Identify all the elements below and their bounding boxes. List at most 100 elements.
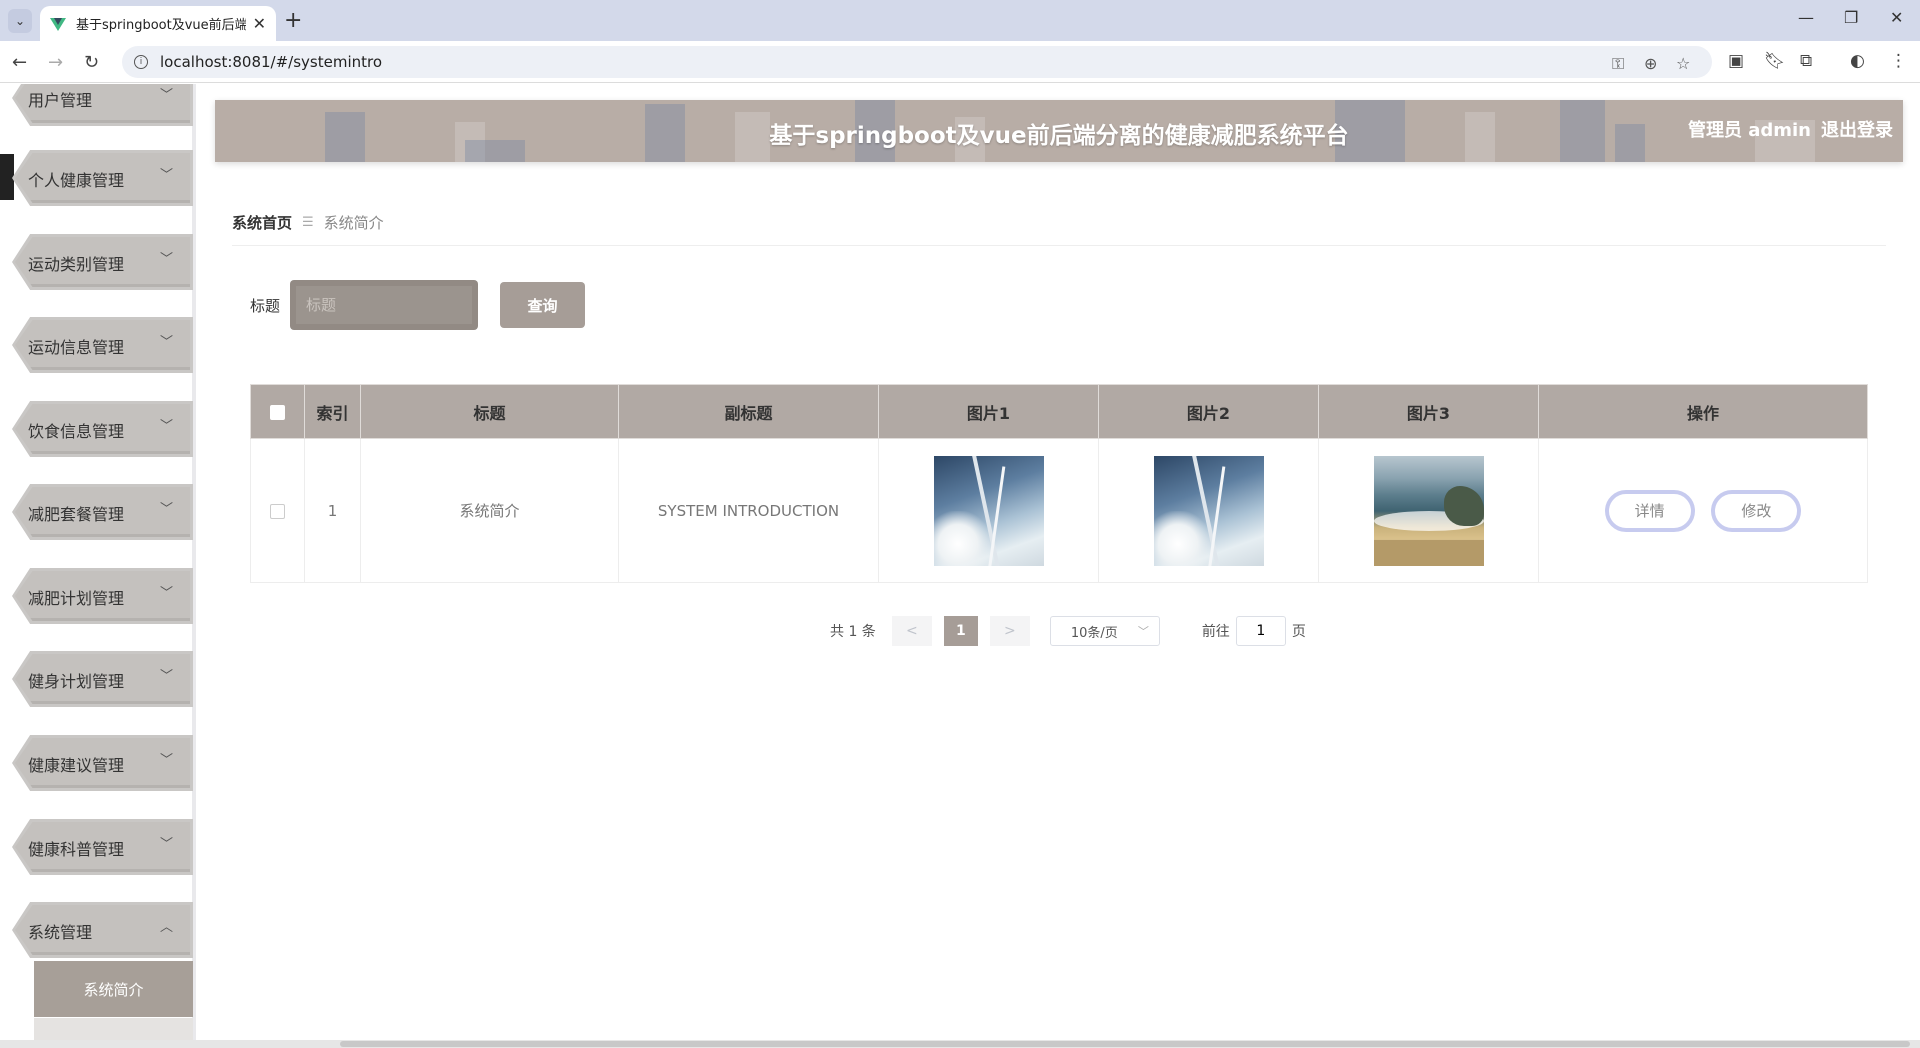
sidebar-item-label: 系统管理 — [28, 923, 93, 942]
reload-icon[interactable]: ↻ — [84, 52, 99, 73]
sidebar-item-diet-info[interactable]: 饮食信息管理 ﹀ — [12, 401, 193, 457]
horizontal-scrollbar[interactable] — [0, 1040, 1920, 1048]
minimize-icon[interactable]: — — [1798, 8, 1814, 27]
sidebar-item-diet-plan[interactable]: 减肥计划管理 ﹀ — [12, 568, 193, 624]
sidebar-item-personal-health[interactable]: 个人健康管理 ﹀ — [12, 150, 193, 206]
next-page-button[interactable]: > — [989, 616, 1030, 646]
app-title: 基于springboot及vue前后端分离的健康减肥系统平台 — [769, 123, 1349, 149]
row-checkbox[interactable] — [270, 503, 285, 519]
sidebar-item-system[interactable]: 系统管理 ︿ — [12, 902, 193, 958]
sidebar-item-diet-package[interactable]: 减肥套餐管理 ﹀ — [12, 484, 193, 540]
column-header: 操作 — [1538, 384, 1868, 439]
address-bar[interactable]: i localhost:8081/#/systemintro ⚿ ⊕ ☆ — [122, 46, 1712, 78]
table-header-row: 索引 标题 副标题 图片1 图片2 图片3 操作 — [250, 384, 1868, 439]
detail-button[interactable]: 详情 — [1604, 489, 1695, 532]
bookmarks-icon[interactable]: 🔖︎ — [1764, 51, 1786, 71]
sidebar-item-health-science[interactable]: 健康科普管理 ﹀ — [12, 819, 193, 875]
select-all-checkbox[interactable] — [270, 405, 285, 420]
wind-turbine-image[interactable] — [933, 455, 1044, 566]
chevron-down-icon: ﹀ — [159, 88, 173, 103]
chevron-down-icon: ﹀ — [159, 586, 173, 601]
chevron-up-icon: ︿ — [159, 920, 173, 935]
sidebar-item-sport-info[interactable]: 运动信息管理 ﹀ — [12, 317, 193, 373]
tab-search-button[interactable]: ⌄ — [8, 9, 32, 33]
chevron-down-icon: ﹀ — [159, 669, 173, 684]
data-table: 索引 标题 副标题 图片1 图片2 图片3 操作 1 系统简介 SYSTEM I… — [250, 384, 1868, 583]
divider — [232, 245, 1886, 246]
sidebar-item-label: 减肥计划管理 — [28, 589, 125, 608]
window-close-icon[interactable]: ✕ — [1890, 8, 1903, 27]
column-header: 图片1 — [878, 384, 1099, 439]
wind-turbine-image[interactable] — [1153, 455, 1264, 566]
column-header: 索引 — [304, 384, 361, 439]
breadcrumb-separator-icon: ☰ — [302, 215, 314, 230]
sidebar-item-label: 运动类别管理 — [28, 255, 125, 274]
column-header: 标题 — [360, 384, 619, 439]
goto-unit: 页 — [1291, 624, 1306, 640]
sidebar-item-label: 减肥套餐管理 — [28, 505, 125, 524]
back-icon[interactable]: ← — [12, 52, 27, 73]
cell-title: 系统简介 — [360, 438, 619, 583]
browser-tab[interactable]: 基于springboot及vue前后端分 ✕ — [40, 6, 276, 41]
sidebar-item-user[interactable]: 用户管理 ﹀ — [12, 84, 193, 126]
cell-image1 — [878, 438, 1099, 583]
pagination-total: 共 1 条 — [830, 624, 876, 640]
search-title-label: 标题 — [250, 296, 281, 315]
sidebar-item-sport-category[interactable]: 运动类别管理 ﹀ — [12, 234, 193, 290]
page-size-select[interactable]: 10条/页 ﹀ — [1049, 616, 1160, 646]
extension-icon[interactable]: ▣ — [1728, 51, 1744, 71]
column-header: 图片3 — [1318, 384, 1539, 439]
search-title-input[interactable] — [296, 286, 473, 324]
chevron-down-icon: ﹀ — [159, 837, 173, 852]
browser-tab-strip: ⌄ 基于springboot及vue前后端分 ✕ + — ❐ ✕ — [0, 0, 1920, 41]
breadcrumb: 系统首页 ☰ 系统简介 — [232, 212, 384, 233]
chevron-down-icon: ﹀ — [1137, 625, 1149, 638]
current-user: 管理员 admin — [1687, 120, 1811, 141]
browser-toolbar: ← → ↻ i localhost:8081/#/systemintro ⚿ ⊕… — [0, 41, 1920, 83]
page-number-button[interactable]: 1 — [943, 616, 978, 646]
cell-actions: 详情 修改 — [1538, 438, 1868, 583]
extensions-puzzle-icon[interactable]: ⧉ — [1800, 51, 1812, 71]
sidebar-item-fitness-plan[interactable]: 健身计划管理 ﹀ — [12, 651, 193, 707]
sidebar-item-label: 运动信息管理 — [28, 338, 125, 357]
breadcrumb-home[interactable]: 系统首页 — [232, 212, 292, 233]
page-size-value: 10条/页 — [1070, 625, 1118, 641]
profile-avatar-icon[interactable]: ◐ — [1850, 51, 1865, 71]
forward-icon[interactable]: → — [48, 52, 63, 73]
logout-link[interactable]: 退出登录 — [1821, 116, 1893, 142]
search-form: 标题 查询 — [250, 280, 586, 330]
cell-subtitle: SYSTEM INTRODUCTION — [618, 438, 879, 583]
sidebar-subitem-system-intro[interactable]: 系统简介 — [34, 961, 193, 1017]
column-header: 图片2 — [1098, 384, 1319, 439]
sidebar-item-label: 饮食信息管理 — [28, 422, 125, 441]
goto-page-input[interactable] — [1235, 616, 1286, 646]
restore-icon[interactable]: ❐ — [1844, 8, 1858, 27]
vue-favicon-icon — [50, 16, 66, 32]
cell-image3 — [1318, 438, 1539, 583]
search-input-wrapper — [290, 280, 479, 330]
cell-index: 1 — [304, 438, 361, 583]
password-key-icon[interactable]: ⚿ — [1612, 54, 1624, 74]
chevron-down-icon: ﹀ — [159, 419, 173, 434]
site-info-icon[interactable]: i — [134, 55, 148, 69]
sidebar-item-label: 健康科普管理 — [28, 840, 125, 859]
sidebar-item-label: 健康建议管理 — [28, 756, 125, 775]
browser-menu-icon[interactable]: ⋮ — [1890, 51, 1907, 71]
new-tab-button[interactable]: + — [284, 8, 302, 33]
sidebar-item-label: 用户管理 — [28, 91, 93, 110]
sidebar-item-health-advice[interactable]: 健康建议管理 ﹀ — [12, 735, 193, 791]
prev-page-button[interactable]: < — [891, 616, 932, 646]
scrollbar-thumb[interactable] — [340, 1041, 1910, 1047]
edit-button[interactable]: 修改 — [1711, 489, 1802, 532]
chevron-down-icon: ﹀ — [159, 168, 173, 183]
goto-page: 前往 页 — [1202, 616, 1306, 646]
bookmark-star-icon[interactable]: ☆ — [1676, 54, 1690, 73]
search-button[interactable]: 查询 — [500, 282, 586, 328]
top-banner: 基于springboot及vue前后端分离的健康减肥系统平台 管理员 admin… — [215, 100, 1903, 162]
sidebar-item-label: 个人健康管理 — [28, 171, 125, 190]
url-text: localhost:8081/#/systemintro — [160, 53, 383, 71]
zoom-icon[interactable]: ⊕ — [1644, 54, 1657, 73]
close-tab-icon[interactable]: ✕ — [253, 14, 266, 33]
coastline-image[interactable] — [1373, 455, 1484, 566]
chevron-down-icon: ﹀ — [159, 252, 173, 267]
